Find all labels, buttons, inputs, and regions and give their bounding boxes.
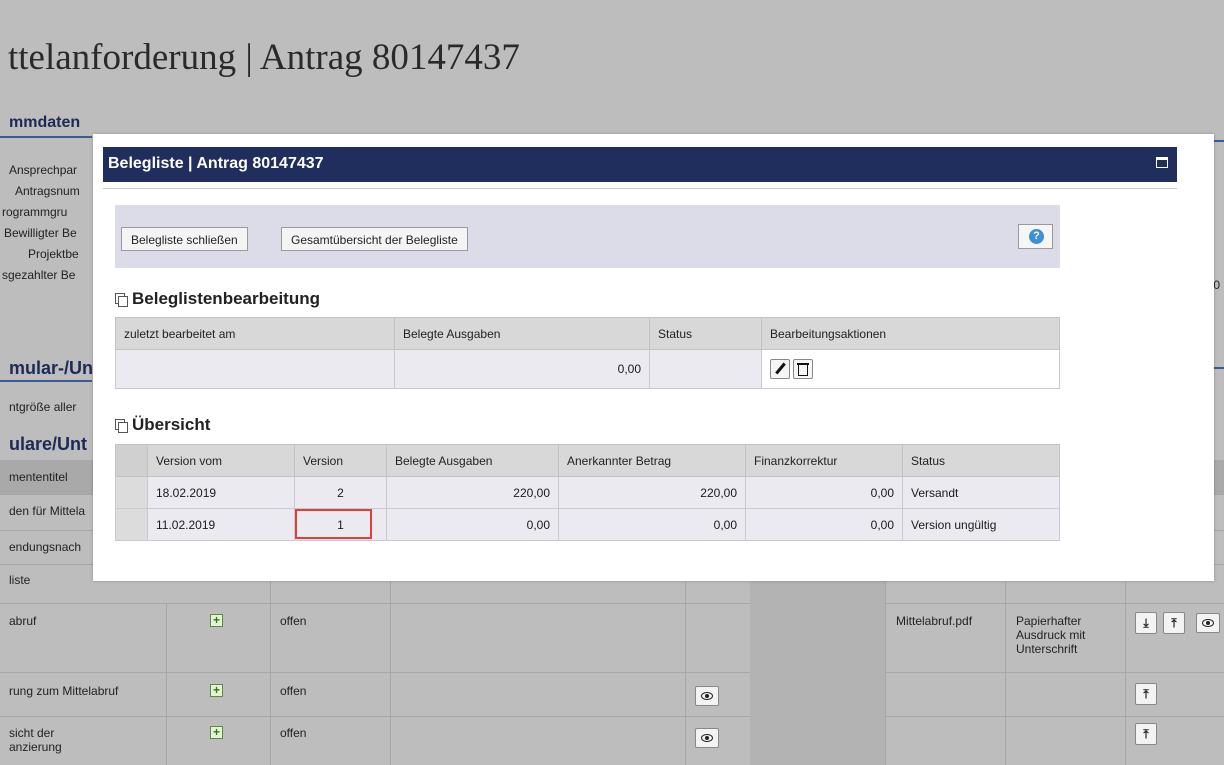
- dialog-divider: [103, 188, 1177, 189]
- cell-version: 2: [294, 476, 387, 509]
- col-correction: Finanzkorrektur: [745, 444, 903, 477]
- cell-version-date: 11.02.2019: [147, 508, 295, 541]
- cell-approved: 0,00: [558, 508, 746, 541]
- label-ausgezahlter-betrag: sgezahlter Be: [2, 268, 76, 282]
- row-status: offen: [280, 614, 307, 628]
- highlight-box: [295, 509, 372, 539]
- dialog-header: Belegliste | Antrag 80147437: [103, 147, 1177, 182]
- row-label-belegliste: liste: [9, 573, 31, 587]
- add-icon[interactable]: +: [210, 726, 223, 739]
- cell-actions: [761, 349, 1060, 389]
- edit-icon[interactable]: [770, 359, 790, 379]
- col-status: Status: [649, 317, 762, 350]
- upload-icon[interactable]: ⤒: [1135, 723, 1157, 745]
- row-title-erklaerung: rung zum Mittelabruf: [9, 684, 119, 698]
- label-antragsnummer: Antragsnum: [15, 184, 80, 198]
- close-list-button[interactable]: Belegliste schließen: [121, 227, 248, 251]
- help-icon: ?: [1029, 229, 1044, 244]
- row-label-verwendungsnachweis: endungsnach: [9, 540, 82, 554]
- copy-icon: [115, 419, 128, 433]
- stammdaten-rule: [0, 136, 92, 138]
- stammdaten-heading: mmdaten: [9, 114, 81, 131]
- view-icon[interactable]: [1196, 613, 1220, 633]
- add-icon[interactable]: +: [210, 684, 223, 697]
- label-ansprechpartner: Ansprechpar: [9, 163, 78, 177]
- col-actions: Bearbeitungsaktionen: [761, 317, 1060, 350]
- delete-icon[interactable]: [793, 359, 813, 379]
- cell-correction: 0,00: [745, 476, 903, 509]
- dokumenten-label: mententitel: [9, 470, 68, 484]
- table-row[interactable]: 11.02.2019 1 0,00 0,00 0,00 Version ungü…: [115, 508, 1060, 541]
- upload-icon[interactable]: ⤒: [1135, 683, 1157, 705]
- dialog-title: Belegliste | Antrag 80147437: [108, 155, 324, 172]
- cell-status: Version ungültig: [902, 508, 1060, 541]
- cell-version-date: 18.02.2019: [147, 476, 295, 509]
- row-status: offen: [280, 684, 307, 698]
- cell-spent: 0,00: [394, 349, 650, 389]
- editing-section-title: Beleglistenbearbeitung: [115, 289, 320, 309]
- editing-table: zuletzt bearbeitet am Belegte Ausgaben S…: [115, 317, 1060, 389]
- row-file-link[interactable]: Mittelabruf.pdf: [896, 614, 972, 628]
- download-icon[interactable]: ⤓: [1135, 612, 1157, 634]
- row-title-uebersicht: sicht der anzierung: [9, 726, 62, 754]
- col-spent: Belegte Ausgaben: [394, 317, 650, 350]
- help-button[interactable]: ?: [1018, 224, 1053, 249]
- row-selector[interactable]: [115, 508, 148, 541]
- stammdaten-rule-right: [1214, 140, 1224, 142]
- formular-rule: [0, 380, 92, 382]
- table-row: 0,00: [115, 349, 1060, 389]
- overview-section-title: Übersicht: [115, 415, 210, 435]
- cell-status: [649, 349, 762, 389]
- label-programmgruppe: rogrammgru: [2, 205, 68, 219]
- formulare-heading: ulare/Unt: [9, 434, 88, 454]
- cell-spent: 220,00: [386, 476, 559, 509]
- dialog-toolbar: Belegliste schließen Gesamtübersicht der…: [115, 205, 1060, 268]
- formular-heading: mular-/Unt: [9, 358, 99, 378]
- copy-icon: [115, 293, 128, 307]
- cell-correction: 0,00: [745, 508, 903, 541]
- cell-approved: 220,00: [558, 476, 746, 509]
- col-approved: Anerkannter Betrag: [558, 444, 746, 477]
- formular-rule-right: [1214, 367, 1224, 369]
- cell-spent: 0,00: [386, 508, 559, 541]
- row-selector[interactable]: [115, 476, 148, 509]
- row-title-mittelabruf: abruf: [9, 614, 37, 628]
- row-status: offen: [280, 726, 307, 740]
- col-status: Status: [902, 444, 1060, 477]
- groesse-label: ntgröße aller: [9, 400, 77, 414]
- table-row[interactable]: 18.02.2019 2 220,00 220,00 0,00 Versandt: [115, 476, 1060, 509]
- col-version-date: Version vom: [147, 444, 295, 477]
- cell-status: Versandt: [902, 476, 1060, 509]
- belegliste-dialog: Belegliste | Antrag 80147437 Belegliste …: [93, 134, 1214, 581]
- view-icon[interactable]: [695, 686, 719, 706]
- table-header-bg-right: [1214, 460, 1224, 494]
- view-icon[interactable]: [695, 728, 719, 748]
- label-projektbeginn: Projektbe: [28, 247, 79, 261]
- label-bewilligter-betrag: Bewilligter Be: [4, 226, 77, 240]
- overview-table: Version vom Version Belegte Ausgaben Ane…: [115, 444, 1060, 541]
- col-select: [115, 444, 148, 477]
- row-note: Papierhafter Ausdruck mit Unterschrift: [1016, 614, 1086, 656]
- add-icon[interactable]: +: [210, 614, 223, 627]
- cell-last-edited: [115, 349, 395, 389]
- page-title: ttelanforderung | Antrag 80147437: [8, 37, 520, 78]
- row-label-gruende: den für Mittela: [9, 504, 86, 518]
- col-last-edited: zuletzt bearbeitet am: [115, 317, 395, 350]
- maximize-icon[interactable]: [1156, 157, 1168, 168]
- col-version: Version: [294, 444, 387, 477]
- upload-icon[interactable]: ⤒: [1163, 612, 1185, 634]
- overview-button[interactable]: Gesamtübersicht der Belegliste: [281, 227, 468, 251]
- col-spent: Belegte Ausgaben: [386, 444, 559, 477]
